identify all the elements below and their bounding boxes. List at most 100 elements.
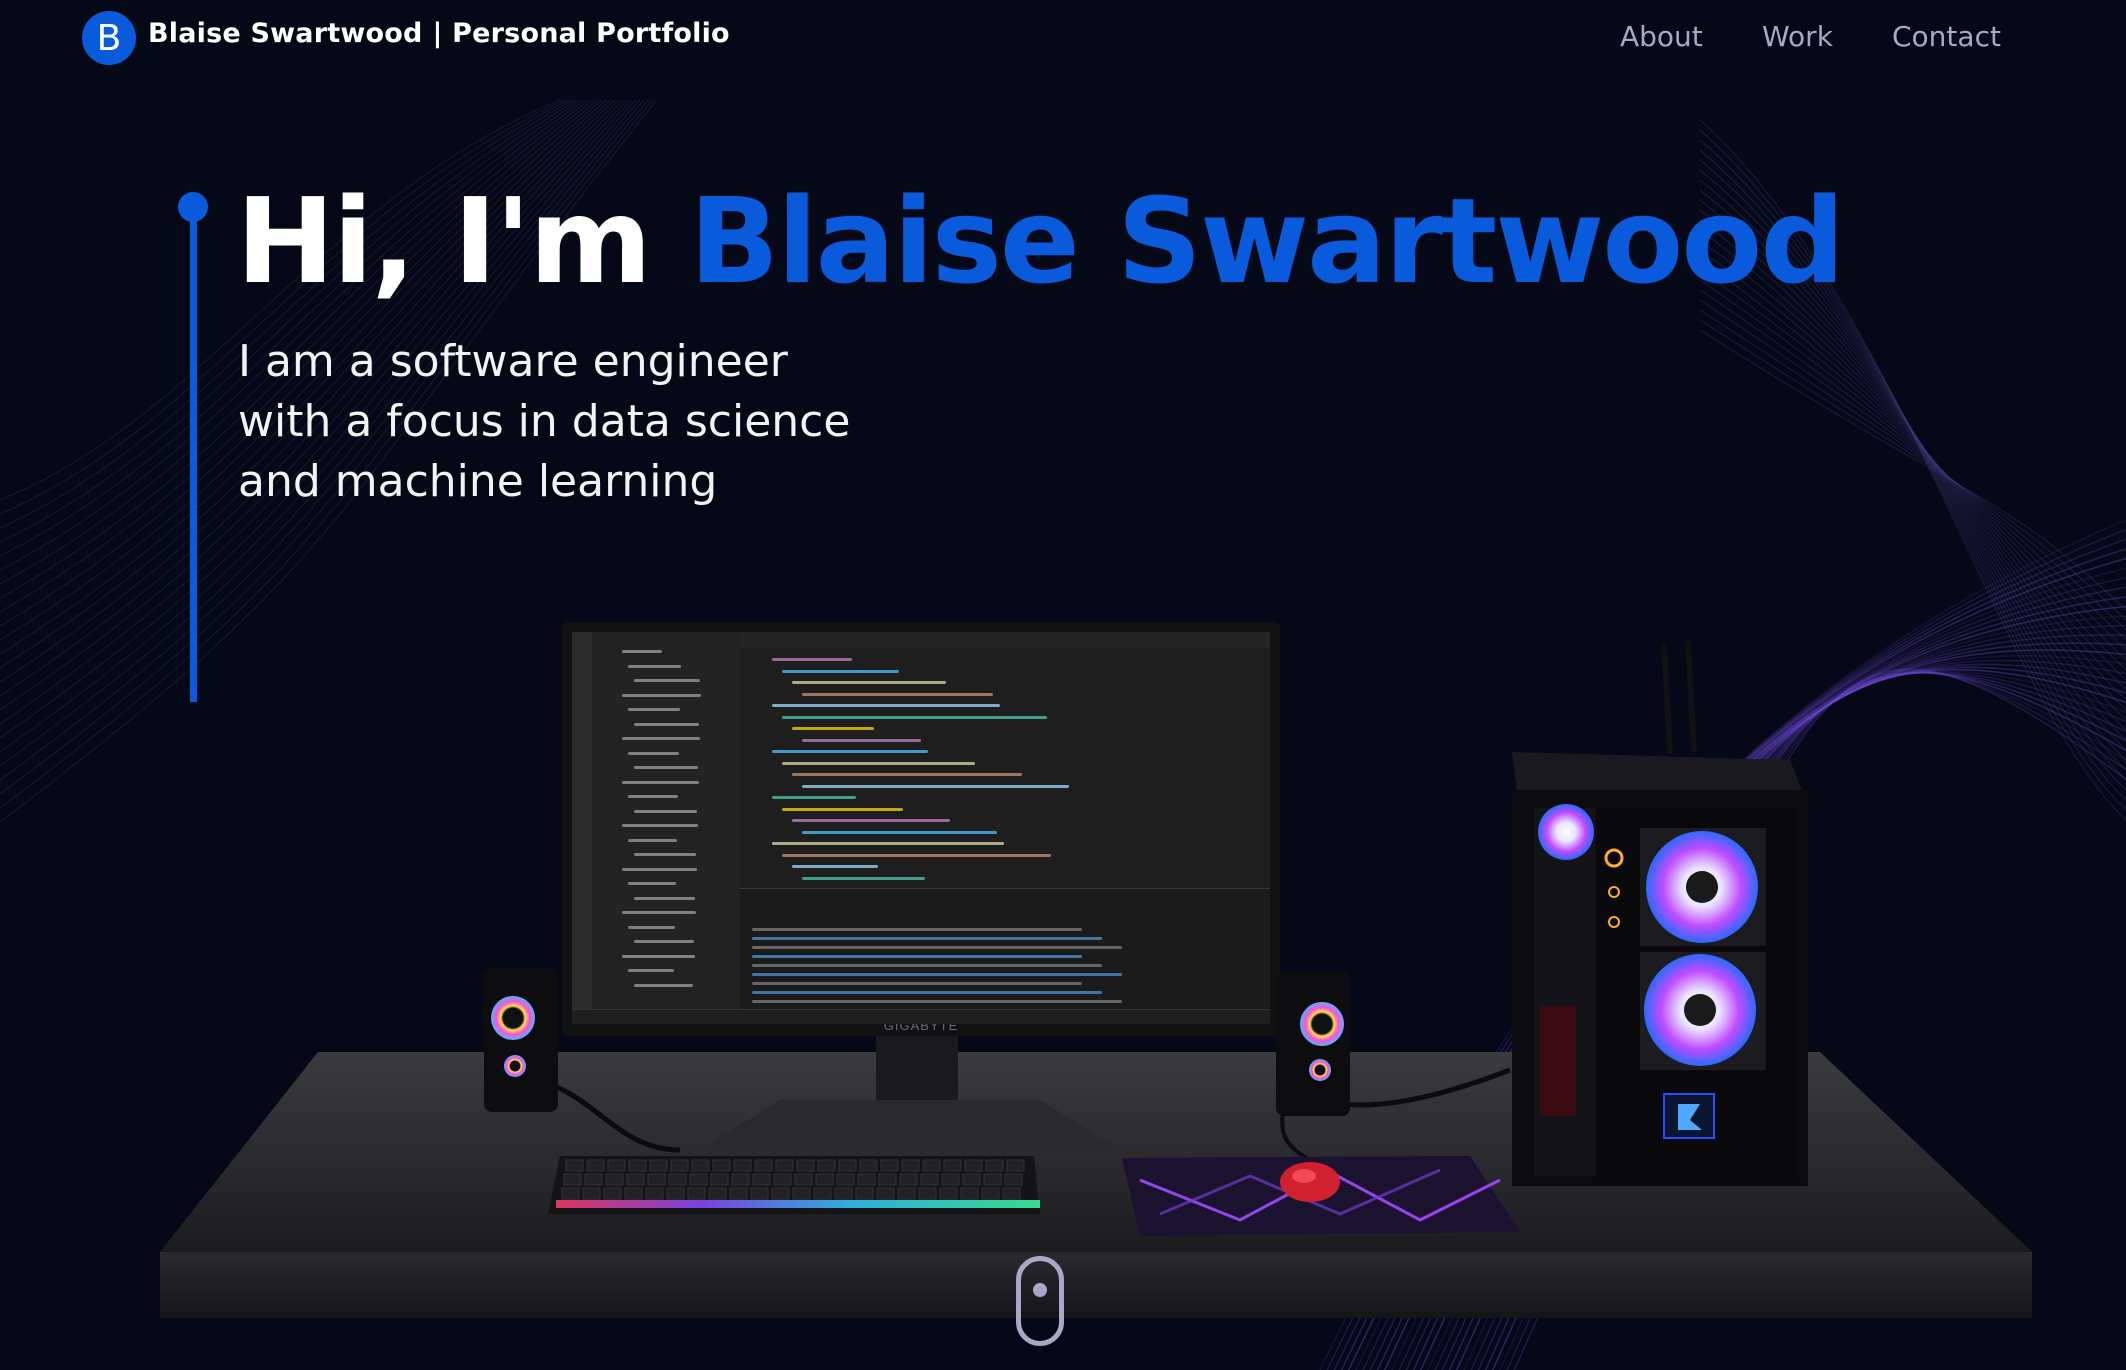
explorer-item — [622, 737, 700, 740]
keyboard-key — [605, 1173, 624, 1186]
explorer-item — [622, 780, 699, 784]
code-line — [792, 819, 950, 822]
pc-fan-side — [1538, 804, 1594, 860]
keyboard-key — [563, 1173, 582, 1186]
explorer-item — [622, 911, 696, 914]
keyboard-key — [922, 1159, 941, 1172]
pc-fan-bottom-hub — [1684, 994, 1716, 1026]
terminal-line — [752, 955, 1082, 958]
hero-greeting: Hi, I'm — [236, 172, 690, 310]
keyboard-key — [817, 1159, 836, 1172]
code-line — [772, 842, 1004, 845]
keyboard-key — [796, 1159, 815, 1172]
keyboard-key — [771, 1187, 790, 1200]
keyboard-key — [813, 1187, 832, 1200]
keyboard-key — [836, 1173, 855, 1186]
code-line — [802, 784, 1069, 788]
code-line — [782, 853, 1051, 857]
explorer-item — [634, 722, 699, 726]
keyboard-key — [712, 1159, 731, 1172]
keyboard-key — [733, 1159, 752, 1172]
nav-link-contact[interactable]: Contact — [1892, 20, 2001, 53]
keyboard-key — [876, 1187, 895, 1200]
pc-antenna — [1661, 643, 1673, 755]
keyboard-key — [647, 1173, 666, 1186]
code-line — [782, 715, 1047, 719]
gaming-mouse-highlight — [1292, 1169, 1316, 1183]
pc-antenna — [1685, 639, 1697, 753]
explorer-item — [634, 766, 698, 769]
keyboard-key — [775, 1159, 794, 1172]
scroll-down-button[interactable] — [1016, 1256, 1064, 1346]
explorer-item — [622, 954, 695, 958]
keyboard-key — [983, 1173, 1002, 1186]
keyboard-key — [668, 1173, 687, 1186]
explorer-item — [622, 824, 698, 827]
keyboard-glow — [556, 1200, 1040, 1208]
keyboard-key — [603, 1187, 622, 1200]
keyboard-key — [962, 1173, 981, 1186]
terminal-line — [752, 928, 1082, 931]
explorer-item — [634, 809, 697, 813]
explorer-item — [622, 867, 697, 871]
code-line — [782, 807, 903, 811]
pc-fan-top-hub — [1686, 871, 1718, 903]
keyboard-key — [941, 1173, 960, 1186]
speaker-left — [484, 968, 558, 1112]
keyboard-key — [939, 1187, 958, 1200]
speaker-right-ring-top — [1300, 1002, 1344, 1046]
terminal-line — [752, 937, 1102, 940]
terminal-line — [752, 964, 1102, 967]
keyboard-key — [649, 1159, 668, 1172]
keyboard-key — [731, 1173, 750, 1186]
code-line — [792, 681, 946, 684]
keyboard-key — [561, 1187, 580, 1200]
explorer-item — [628, 882, 676, 885]
code-line — [792, 773, 1022, 776]
explorer-item — [634, 940, 694, 943]
hero-accent-line — [190, 210, 197, 702]
hero-name: Blaise Swartwood — [689, 172, 1845, 310]
keyboard-key — [628, 1159, 647, 1172]
keyboard-key — [855, 1187, 874, 1200]
code-line — [772, 796, 856, 799]
nav-link-work[interactable]: Work — [1762, 20, 1833, 53]
code-line — [782, 761, 975, 765]
brand-title[interactable]: Blaise Swartwood | Personal Portfolio — [148, 18, 730, 49]
keyboard-key — [626, 1173, 645, 1186]
logo-icon[interactable]: B — [82, 11, 136, 65]
nav-link-about[interactable]: About — [1620, 20, 1703, 53]
code-line — [772, 750, 928, 753]
brand-name: Blaise Swartwood — [148, 18, 423, 49]
keyboard-key — [584, 1173, 603, 1186]
code-line — [782, 669, 899, 673]
code-line — [802, 738, 921, 742]
explorer-item — [622, 693, 701, 697]
keyboard-key — [670, 1159, 689, 1172]
keyboard-key — [985, 1159, 1004, 1172]
keyboard-key — [792, 1187, 811, 1200]
keyboard-key — [687, 1187, 706, 1200]
keyboard-key — [752, 1173, 771, 1186]
code-line — [792, 727, 874, 730]
explorer-item — [634, 853, 696, 856]
terminal-line — [752, 973, 1122, 976]
keyboard-key — [834, 1187, 853, 1200]
editor-activity-bar — [572, 632, 592, 1024]
explorer-item — [628, 751, 679, 755]
keyboard-key — [1002, 1187, 1021, 1200]
editor-explorer — [592, 632, 740, 1010]
pc-gpu — [1540, 1006, 1576, 1116]
explorer-item — [628, 708, 680, 711]
code-line — [772, 658, 852, 661]
explorer-item — [634, 983, 693, 987]
logo-letter: B — [96, 17, 122, 59]
keyboard-key — [586, 1159, 605, 1172]
keyboard-key — [708, 1187, 727, 1200]
keyboard-key — [666, 1187, 685, 1200]
mouse-scroll-icon — [1033, 1283, 1047, 1297]
keyboard-key — [964, 1159, 983, 1172]
keyboard-key — [838, 1159, 857, 1172]
terminal-line — [752, 946, 1122, 949]
keyboard-key — [754, 1159, 773, 1172]
